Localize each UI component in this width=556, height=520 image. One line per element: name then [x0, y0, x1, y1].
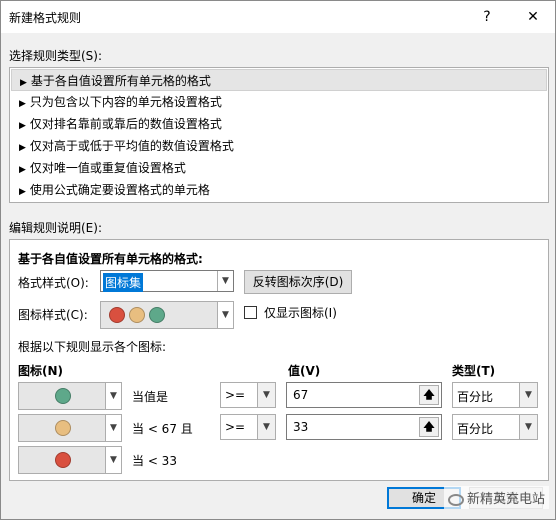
show-icon-only-label: 仅显示图标(I): [264, 306, 337, 320]
chevron-down-icon[interactable]: ▼: [257, 415, 275, 439]
green-circle-icon: [149, 307, 165, 323]
chevron-down-icon[interactable]: ▼: [519, 415, 537, 439]
chevron-down-icon[interactable]: ▼: [217, 302, 233, 328]
format-style-select[interactable]: 图标集 ▼: [100, 270, 234, 292]
yellow-circle-icon: [129, 307, 145, 323]
icon-column-header: 图标(N): [18, 364, 64, 378]
edit-rule-label: 编辑规则说明(E):: [9, 221, 102, 235]
chevron-down-icon[interactable]: ▼: [105, 383, 121, 409]
format-style-value: 图标集: [103, 273, 144, 292]
rule-heading: 基于各自值设置所有单元格的格式:: [18, 252, 203, 266]
new-format-rule-dialog: 新建格式规则 ? ✕ 选择规则类型(S): ▶ 基于各自值设置所有单元格的格式 ▶…: [0, 0, 556, 520]
help-button[interactable]: ?: [473, 5, 501, 29]
triangle-right-icon: ▶: [20, 78, 27, 88]
edit-rule-panel: 基于各自值设置所有单元格的格式: 格式样式(O): 图标集 ▼ 反转图标次序(D…: [9, 239, 549, 481]
title-bar: 新建格式规则 ? ✕: [1, 1, 555, 33]
reverse-icon-order-button[interactable]: 反转图标次序(D): [244, 270, 352, 294]
type-column-header: 类型(T): [452, 364, 496, 378]
chevron-down-icon[interactable]: ▼: [257, 383, 275, 407]
red-circle-icon: [55, 452, 71, 468]
format-style-label: 格式样式(O):: [18, 276, 89, 290]
chat-bubble-icon: [447, 493, 464, 506]
red-circle-icon: [109, 307, 125, 323]
triangle-right-icon: ▶: [19, 99, 26, 109]
green-circle-icon: [55, 388, 71, 404]
rule-type-item[interactable]: ▶ 基于各自值设置所有单元格的格式: [11, 69, 547, 91]
dialog-title: 新建格式规则: [9, 11, 82, 25]
value-column-header: 值(V): [288, 364, 321, 378]
show-icon-only-checkbox[interactable]: [244, 306, 257, 319]
chevron-down-icon[interactable]: ▼: [105, 447, 121, 473]
watermark: 新精英充电站: [443, 486, 549, 509]
operator-select[interactable]: >= ▼: [220, 414, 276, 440]
range-select-icon[interactable]: 🡅: [419, 417, 439, 437]
icon-style-select[interactable]: ▼: [100, 301, 234, 329]
close-button[interactable]: ✕: [519, 5, 547, 29]
chevron-down-icon[interactable]: ▼: [519, 383, 537, 407]
rule-icon-select[interactable]: ▼: [18, 446, 122, 474]
rule-condition: 当 < 67 且: [132, 422, 193, 436]
rule-condition: 当值是: [132, 390, 169, 404]
chevron-down-icon[interactable]: ▼: [217, 271, 233, 291]
rule-type-item[interactable]: ▶ 仅对高于或低于平均值的数值设置格式: [11, 135, 547, 157]
rule-type-item[interactable]: ▶ 仅对唯一值或重复值设置格式: [11, 157, 547, 179]
rule-type-item[interactable]: ▶ 仅对排名靠前或靠后的数值设置格式: [11, 113, 547, 135]
rule-type-item[interactable]: ▶ 只为包含以下内容的单元格设置格式: [11, 91, 547, 113]
rule-type-list[interactable]: ▶ 基于各自值设置所有单元格的格式 ▶ 只为包含以下内容的单元格设置格式 ▶ 仅对排名…: [9, 67, 549, 203]
rule-icon-select[interactable]: ▼: [18, 382, 122, 410]
triangle-right-icon: ▶: [19, 143, 26, 153]
rule-icon-select[interactable]: ▼: [18, 414, 122, 442]
operator-select[interactable]: >= ▼: [220, 382, 276, 408]
triangle-right-icon: ▶: [19, 187, 26, 197]
type-select[interactable]: 百分比 ▼: [452, 414, 538, 440]
rule-condition: 当 < 33: [132, 454, 177, 468]
rules-caption: 根据以下规则显示各个图标:: [18, 340, 167, 354]
triangle-right-icon: ▶: [19, 121, 26, 131]
chevron-down-icon[interactable]: ▼: [105, 415, 121, 441]
value-input[interactable]: 33 🡅: [286, 414, 442, 440]
icon-style-label: 图标样式(C):: [18, 308, 88, 322]
rule-type-item[interactable]: ▶ 使用公式确定要设置格式的单元格: [11, 179, 547, 201]
triangle-right-icon: ▶: [19, 165, 26, 175]
type-select[interactable]: 百分比 ▼: [452, 382, 538, 408]
yellow-circle-icon: [55, 420, 71, 436]
range-select-icon[interactable]: 🡅: [419, 385, 439, 405]
value-input[interactable]: 67 🡅: [286, 382, 442, 408]
rule-type-label: 选择规则类型(S):: [9, 49, 103, 63]
